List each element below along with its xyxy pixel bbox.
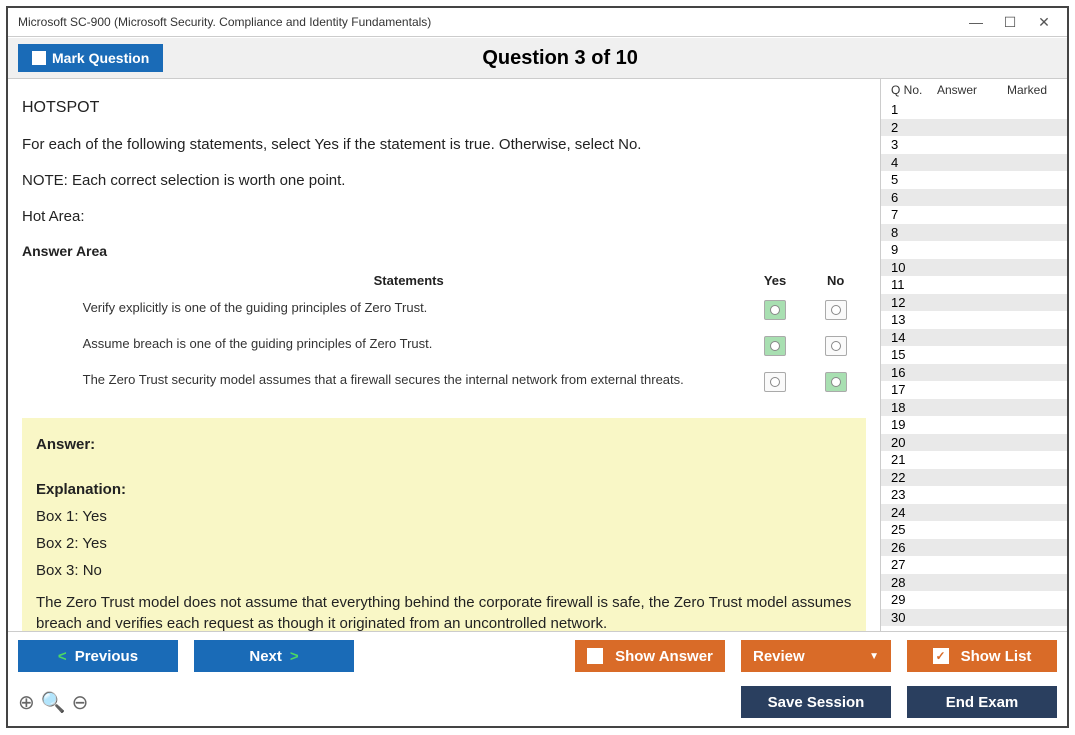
question-list-row[interactable]: 30 xyxy=(881,609,1067,627)
yes-radio[interactable] xyxy=(764,372,786,392)
statement-text: Verify explicitly is one of the guiding … xyxy=(73,292,745,328)
footer: < Previous Next > Show Answer Review ▼ ✓… xyxy=(8,631,1067,726)
show-list-button[interactable]: ✓ Show List xyxy=(907,640,1057,672)
window-title: Microsoft SC-900 (Microsoft Security. Co… xyxy=(18,15,955,29)
show-answer-button[interactable]: Show Answer xyxy=(575,640,725,672)
question-list-row[interactable]: 7 xyxy=(881,206,1067,224)
question-list-row[interactable]: 26 xyxy=(881,539,1067,557)
hot-area-label: Hot Area: xyxy=(22,207,866,227)
chevron-right-icon: > xyxy=(290,648,299,665)
yes-radio[interactable] xyxy=(764,300,786,320)
answer-label: Answer: xyxy=(36,436,852,453)
explanation-label: Explanation: xyxy=(36,481,852,498)
checkbox-checked-icon: ✓ xyxy=(933,648,949,664)
question-list-row[interactable]: 9 xyxy=(881,241,1067,259)
question-list-row[interactable]: 1 xyxy=(881,101,1067,119)
question-list-row[interactable]: 24 xyxy=(881,504,1067,522)
zoom-out-icon[interactable]: ⊖ xyxy=(72,690,89,715)
question-list-panel: Q No. Answer Marked 12345678910111213141… xyxy=(881,79,1067,631)
maximize-icon[interactable]: ☐ xyxy=(997,12,1023,32)
review-dropdown[interactable]: Review ▼ xyxy=(741,640,891,672)
question-list-row[interactable]: 21 xyxy=(881,451,1067,469)
question-list-header: Q No. Answer Marked xyxy=(881,79,1067,101)
question-list-row[interactable]: 6 xyxy=(881,189,1067,207)
chevron-down-icon: ▼ xyxy=(869,651,879,662)
no-radio[interactable] xyxy=(825,336,847,356)
question-list-row[interactable]: 12 xyxy=(881,294,1067,312)
body: HOTSPOT For each of the following statem… xyxy=(8,79,1067,631)
question-list-row[interactable]: 20 xyxy=(881,434,1067,452)
checkbox-icon xyxy=(587,648,603,664)
note-text: NOTE: Each correct selection is worth on… xyxy=(22,171,866,191)
question-list-row[interactable]: 5 xyxy=(881,171,1067,189)
question-list-row[interactable]: 15 xyxy=(881,346,1067,364)
question-list-row[interactable]: 8 xyxy=(881,224,1067,242)
question-list-row[interactable]: 11 xyxy=(881,276,1067,294)
question-list-row[interactable]: 27 xyxy=(881,556,1067,574)
statement-row: Verify explicitly is one of the guiding … xyxy=(73,292,866,328)
previous-button[interactable]: < Previous xyxy=(18,640,178,672)
explanation-para: The Zero Trust model does not assume tha… xyxy=(36,593,852,631)
chevron-left-icon: < xyxy=(58,648,67,665)
col-statements: Statements xyxy=(73,269,745,292)
col-yes: Yes xyxy=(745,269,806,292)
question-list-row[interactable]: 19 xyxy=(881,416,1067,434)
question-list-row[interactable]: 16 xyxy=(881,364,1067,382)
col-no: No xyxy=(805,269,866,292)
question-list-row[interactable]: 2 xyxy=(881,119,1067,137)
question-list-row[interactable]: 18 xyxy=(881,399,1067,417)
mark-question-button[interactable]: Mark Question xyxy=(18,44,163,72)
question-list-row[interactable]: 17 xyxy=(881,381,1067,399)
end-exam-button[interactable]: End Exam xyxy=(907,686,1057,718)
question-list-row[interactable]: 22 xyxy=(881,469,1067,487)
checkbox-icon xyxy=(32,51,46,65)
question-list[interactable]: 1234567891011121314151617181920212223242… xyxy=(881,101,1067,631)
next-button[interactable]: Next > xyxy=(194,640,354,672)
question-list-row[interactable]: 3 xyxy=(881,136,1067,154)
answer-block: Answer: Explanation: Box 1: Yes Box 2: Ye… xyxy=(22,418,866,631)
question-list-row[interactable]: 14 xyxy=(881,329,1067,347)
content-wrap: HOTSPOT For each of the following statem… xyxy=(8,79,881,631)
explanation-line: Box 3: No xyxy=(36,562,852,579)
no-radio[interactable] xyxy=(825,372,847,392)
explanation-line: Box 1: Yes xyxy=(36,508,852,525)
statement-text: The Zero Trust security model assumes th… xyxy=(73,364,745,400)
zoom-in-icon[interactable]: 🔍 xyxy=(41,690,66,715)
minimize-icon[interactable]: — xyxy=(963,12,989,32)
zoom-reset-icon[interactable]: ⊕ xyxy=(18,690,35,715)
answer-area-title: Answer Area xyxy=(22,243,866,259)
hotspot-label: HOTSPOT xyxy=(22,97,866,119)
statement-row: Assume breach is one of the guiding prin… xyxy=(73,328,866,364)
question-list-row[interactable]: 29 xyxy=(881,591,1067,609)
question-list-row[interactable]: 4 xyxy=(881,154,1067,172)
toolbar: Mark Question Question 3 of 10 xyxy=(8,37,1067,79)
no-radio[interactable] xyxy=(825,300,847,320)
question-list-row[interactable]: 23 xyxy=(881,486,1067,504)
yes-radio[interactable] xyxy=(764,336,786,356)
instruction-text: For each of the following statements, se… xyxy=(22,135,866,155)
explanation-line: Box 2: Yes xyxy=(36,535,852,552)
titlebar: Microsoft SC-900 (Microsoft Security. Co… xyxy=(8,8,1067,37)
question-list-row[interactable]: 28 xyxy=(881,574,1067,592)
question-content[interactable]: HOTSPOT For each of the following statem… xyxy=(8,79,880,631)
statement-text: Assume breach is one of the guiding prin… xyxy=(73,328,745,364)
header-answer: Answer xyxy=(937,83,1007,97)
question-list-row[interactable]: 25 xyxy=(881,521,1067,539)
statement-row: The Zero Trust security model assumes th… xyxy=(73,364,866,400)
header-qno: Q No. xyxy=(891,83,937,97)
hotspot-table: Statements Yes No Verify explicitly is o… xyxy=(73,269,866,400)
save-session-button[interactable]: Save Session xyxy=(741,686,891,718)
header-marked: Marked xyxy=(1007,83,1061,97)
zoom-controls: ⊕ 🔍 ⊖ xyxy=(18,690,88,715)
question-counter: Question 3 of 10 xyxy=(163,47,957,70)
mark-question-label: Mark Question xyxy=(52,50,149,66)
question-list-row[interactable]: 13 xyxy=(881,311,1067,329)
close-icon[interactable]: ✕ xyxy=(1031,12,1057,32)
app-window: Microsoft SC-900 (Microsoft Security. Co… xyxy=(6,6,1069,728)
question-list-row[interactable]: 10 xyxy=(881,259,1067,277)
